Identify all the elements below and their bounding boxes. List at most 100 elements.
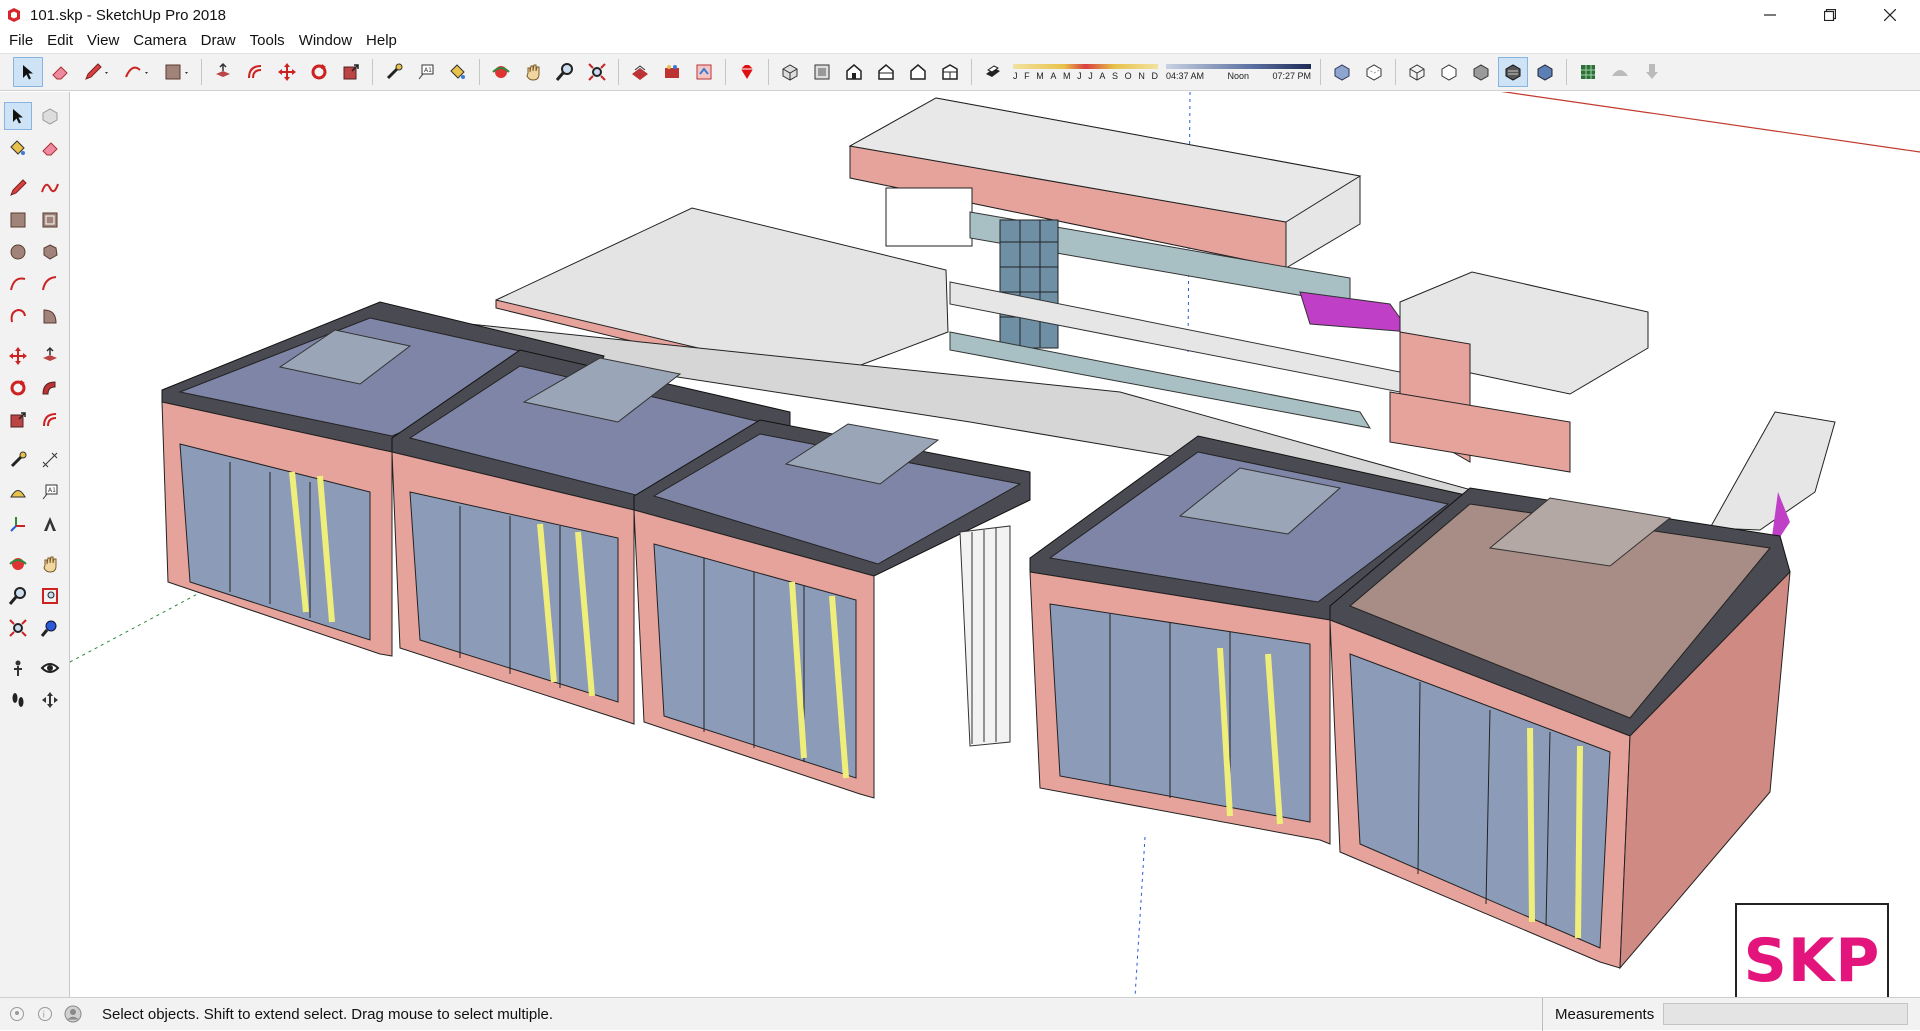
palette-protractor[interactable]	[4, 478, 32, 506]
sandbox-button[interactable]	[1573, 57, 1603, 87]
menu-window[interactable]: Window	[292, 30, 359, 52]
offset-tool-button[interactable]	[240, 57, 270, 87]
wireframe-icon	[1409, 64, 1425, 81]
orbit-tool-button[interactable]	[486, 57, 516, 87]
monochrome-button[interactable]	[1530, 57, 1560, 87]
xray-button[interactable]	[1327, 57, 1357, 87]
palette-line[interactable]	[4, 174, 32, 202]
palette-move[interactable]	[4, 342, 32, 370]
hidden-line-button[interactable]	[1434, 57, 1464, 87]
move-tool-button[interactable]	[272, 57, 302, 87]
back-view-button[interactable]	[903, 57, 933, 87]
menu-edit[interactable]: Edit	[40, 30, 80, 52]
palette-three-point-arc[interactable]	[4, 302, 32, 330]
palette-scale[interactable]	[4, 406, 32, 434]
smoove-button[interactable]	[1605, 57, 1635, 87]
top-view-button[interactable]	[807, 57, 837, 87]
credit-icon[interactable]: i	[34, 1003, 56, 1025]
front-view-button[interactable]	[839, 57, 869, 87]
push-pull-tool-button[interactable]	[208, 57, 238, 87]
palette-walk[interactable]	[4, 686, 32, 714]
arc-tool-button[interactable]	[117, 57, 155, 87]
shaded-button[interactable]	[1466, 57, 1496, 87]
palette-circle[interactable]	[4, 238, 32, 266]
layout-button[interactable]	[689, 57, 719, 87]
palette-pie[interactable]	[36, 302, 64, 330]
palette-text[interactable]: A1	[36, 478, 64, 506]
stamp-button[interactable]	[1637, 57, 1667, 87]
building-model[interactable]	[70, 92, 1920, 997]
palette-component[interactable]	[36, 102, 64, 130]
geo-location-icon[interactable]	[6, 1003, 28, 1025]
model-viewport[interactable]	[70, 92, 1920, 997]
zoom-tool-button[interactable]	[550, 57, 580, 87]
palette-previous-view[interactable]	[36, 614, 64, 642]
palette-arc[interactable]	[4, 270, 32, 298]
palette-two-point-arc[interactable]	[36, 270, 64, 298]
text-tool-button[interactable]: A1	[411, 57, 441, 87]
shaded-textures-button[interactable]	[1498, 57, 1528, 87]
palette-zoom-extents[interactable]	[4, 614, 32, 642]
palette-orbit[interactable]	[4, 550, 32, 578]
palette-offset[interactable]	[36, 406, 64, 434]
shadows-toggle-button[interactable]	[978, 57, 1008, 87]
front-bay-5[interactable]	[1329, 487, 1791, 970]
scale-tool-button[interactable]	[336, 57, 366, 87]
measurements-input[interactable]	[1663, 1003, 1908, 1025]
palette-push-pull[interactable]	[36, 342, 64, 370]
time-label-noon: Noon	[1227, 70, 1249, 81]
warehouse-button[interactable]	[625, 57, 655, 87]
ruby-icon	[741, 65, 753, 79]
eraser-tool-button[interactable]	[45, 57, 75, 87]
pan-icon	[526, 64, 540, 81]
palette-rotate[interactable]	[4, 374, 32, 402]
palette-follow-me[interactable]	[36, 374, 64, 402]
menu-help[interactable]: Help	[359, 30, 404, 52]
stamp-icon	[1646, 64, 1658, 79]
pan-tool-button[interactable]	[518, 57, 548, 87]
palette-rotated-rectangle[interactable]	[36, 206, 64, 234]
user-account-icon[interactable]	[62, 1003, 84, 1025]
menu-file[interactable]: File	[2, 30, 40, 52]
restore-button[interactable]	[1800, 0, 1860, 30]
menu-view[interactable]: View	[80, 30, 126, 52]
zoom-extents-tool-button[interactable]	[582, 57, 612, 87]
rotate-tool-button[interactable]	[304, 57, 334, 87]
palette-pan[interactable]	[36, 550, 64, 578]
palette-rectangle[interactable]	[4, 206, 32, 234]
select-tool-button[interactable]	[13, 57, 43, 87]
menu-draw[interactable]: Draw	[194, 30, 243, 52]
sketchup-icon[interactable]	[6, 7, 22, 23]
right-view-button[interactable]	[871, 57, 901, 87]
pencil-tool-button[interactable]	[77, 57, 115, 87]
iso-view-button[interactable]	[775, 57, 805, 87]
ruby-console-button[interactable]	[732, 57, 762, 87]
palette-look-around[interactable]	[36, 654, 64, 682]
shadow-date-slider[interactable]: J F M A M J J A S O N D	[1013, 57, 1158, 87]
palette-section-plane[interactable]	[36, 686, 64, 714]
palette-eraser[interactable]	[36, 134, 64, 162]
palette-axes[interactable]	[4, 510, 32, 538]
palette-paint-bucket[interactable]	[4, 134, 32, 162]
palette-dimension[interactable]	[36, 446, 64, 474]
palette-3d-text[interactable]	[36, 510, 64, 538]
rectangle-tool-button[interactable]	[157, 57, 195, 87]
palette-freehand[interactable]	[36, 174, 64, 202]
back-edges-button[interactable]	[1359, 57, 1389, 87]
wireframe-button[interactable]	[1402, 57, 1432, 87]
minimize-button[interactable]	[1740, 0, 1800, 30]
paint-bucket-tool-button[interactable]	[443, 57, 473, 87]
tape-measure-tool-button[interactable]	[379, 57, 409, 87]
extension-warehouse-button[interactable]	[657, 57, 687, 87]
palette-zoom-window[interactable]	[36, 582, 64, 610]
palette-select[interactable]	[4, 102, 32, 130]
palette-tape-measure[interactable]	[4, 446, 32, 474]
menu-tools[interactable]: Tools	[243, 30, 292, 52]
close-button[interactable]	[1860, 0, 1920, 30]
palette-zoom[interactable]	[4, 582, 32, 610]
left-view-button[interactable]	[935, 57, 965, 87]
palette-polygon[interactable]	[36, 238, 64, 266]
shadow-time-slider[interactable]: 04:37 AM Noon 07:27 PM	[1166, 57, 1311, 87]
menu-camera[interactable]: Camera	[126, 30, 193, 52]
palette-position-camera[interactable]	[4, 654, 32, 682]
